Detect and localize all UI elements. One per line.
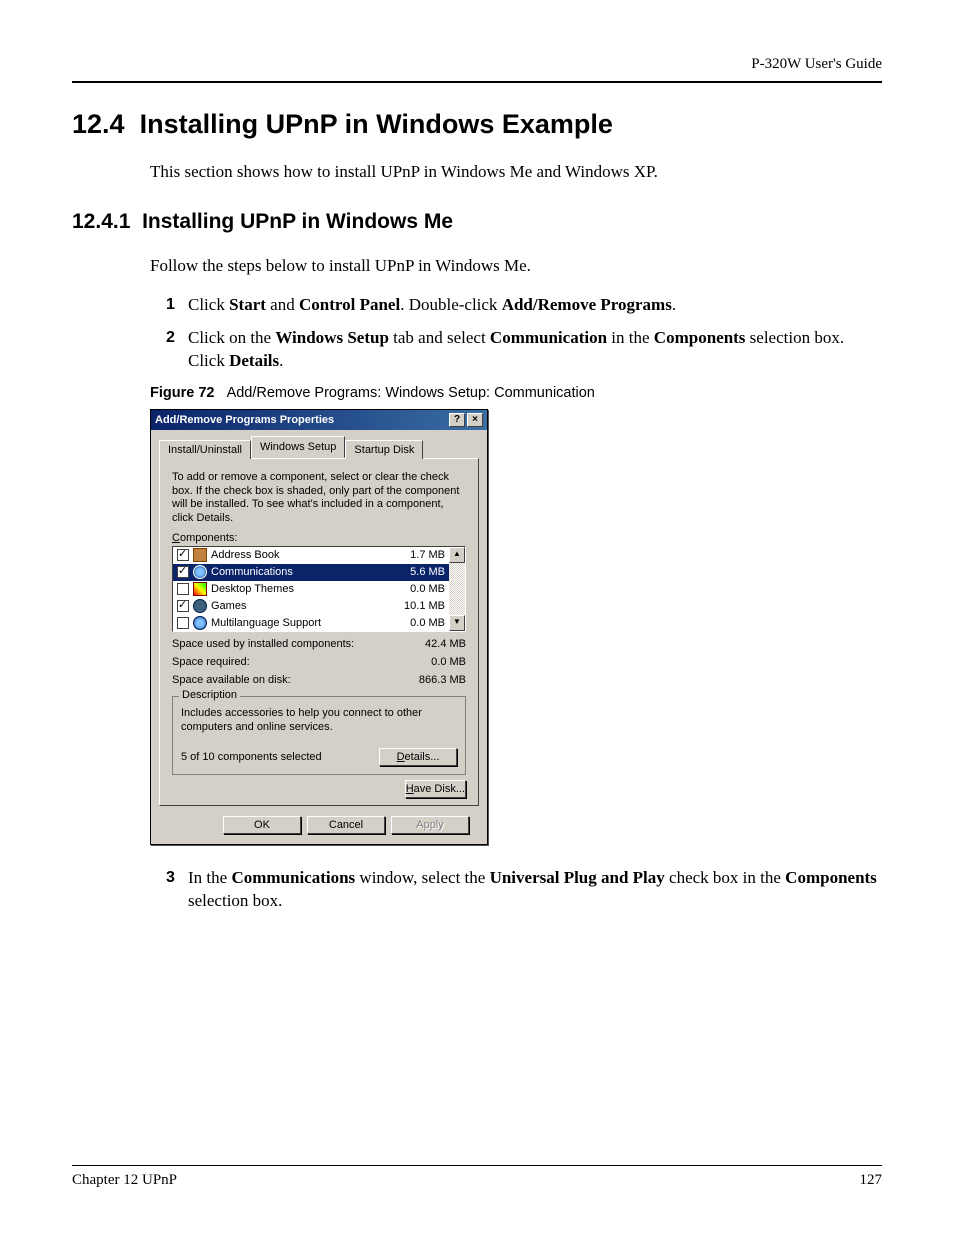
subsection-heading: 12.4.1 Installing UPnP in Windows Me	[72, 210, 882, 234]
tab-startup-disk[interactable]: Startup Disk	[345, 440, 423, 459]
space-used-row: Space used by installed components:42.4 …	[172, 638, 466, 650]
section-heading: 12.4 Installing UPnP in Windows Example	[72, 109, 882, 140]
list-item[interactable]: Desktop Themes 0.0 MB	[173, 581, 449, 598]
header-rule	[72, 81, 882, 83]
scroll-up-icon[interactable]: ▲	[449, 547, 465, 563]
footer-rule	[72, 1165, 882, 1166]
footer-chapter: Chapter 12 UPnP	[72, 1172, 860, 1189]
step-2: 2 Click on the Windows Setup tab and sel…	[168, 327, 882, 373]
tab-windows-setup[interactable]: Windows Setup	[251, 436, 345, 458]
dialog-tabs: Install/Uninstall Windows Setup Startup …	[159, 436, 479, 458]
scroll-track[interactable]	[449, 563, 465, 615]
checkbox-icon[interactable]	[177, 617, 189, 629]
space-available-row: Space available on disk:866.3 MB	[172, 674, 466, 686]
globe-icon	[193, 565, 207, 579]
components-listbox[interactable]: Address Book 1.7 MB Communications 5.6 M…	[172, 546, 466, 632]
footer-page-number: 127	[860, 1172, 883, 1189]
description-legend: Description	[179, 689, 240, 701]
have-disk-button[interactable]: Have Disk...	[405, 780, 466, 798]
components-label: Components:	[172, 532, 466, 544]
book-icon	[193, 548, 207, 562]
dialog-add-remove-programs: Add/Remove Programs Properties ? × Insta…	[150, 409, 488, 846]
list-item[interactable]: Communications 5.6 MB	[173, 564, 449, 581]
step-3: 3 In the Communications window, select t…	[168, 867, 882, 913]
selected-count: 5 of 10 components selected	[181, 751, 379, 763]
checkbox-icon[interactable]	[177, 549, 189, 561]
dialog-title: Add/Remove Programs Properties	[155, 414, 447, 426]
subsection-intro: Follow the steps below to install UPnP i…	[150, 256, 882, 276]
checkbox-icon[interactable]	[177, 600, 189, 612]
cancel-button[interactable]: Cancel	[307, 816, 385, 834]
close-button[interactable]: ×	[467, 413, 483, 427]
step-1: 1 Click Start and Control Panel. Double-…	[168, 294, 882, 317]
space-required-row: Space required:0.0 MB	[172, 656, 466, 668]
description-text: Includes accessories to help you connect…	[181, 707, 457, 735]
section-intro: This section shows how to install UPnP i…	[150, 162, 882, 182]
details-button[interactable]: Details...	[379, 748, 457, 766]
instructions-text: To add or remove a component, select or …	[172, 471, 466, 526]
header-guide-title: P-320W User's Guide	[72, 56, 882, 73]
theme-icon	[193, 582, 207, 596]
ok-button[interactable]: OK	[223, 816, 301, 834]
globe-icon	[193, 616, 207, 630]
list-item[interactable]: Multilanguage Support 0.0 MB	[173, 615, 449, 631]
tab-install-uninstall[interactable]: Install/Uninstall	[159, 440, 251, 459]
description-group: Description Includes accessories to help…	[172, 696, 466, 776]
game-icon	[193, 599, 207, 613]
scrollbar[interactable]: ▲ ▼	[449, 547, 465, 631]
dialog-titlebar[interactable]: Add/Remove Programs Properties ? ×	[151, 410, 487, 430]
list-item[interactable]: Address Book 1.7 MB	[173, 547, 449, 564]
scroll-down-icon[interactable]: ▼	[449, 615, 465, 631]
figure-caption: Figure 72 Add/Remove Programs: Windows S…	[150, 385, 882, 401]
checkbox-icon[interactable]	[177, 566, 189, 578]
tab-panel: To add or remove a component, select or …	[159, 458, 479, 807]
list-item[interactable]: Games 10.1 MB	[173, 598, 449, 615]
checkbox-icon[interactable]	[177, 583, 189, 595]
apply-button[interactable]: Apply	[391, 816, 469, 834]
help-button[interactable]: ?	[449, 413, 465, 427]
